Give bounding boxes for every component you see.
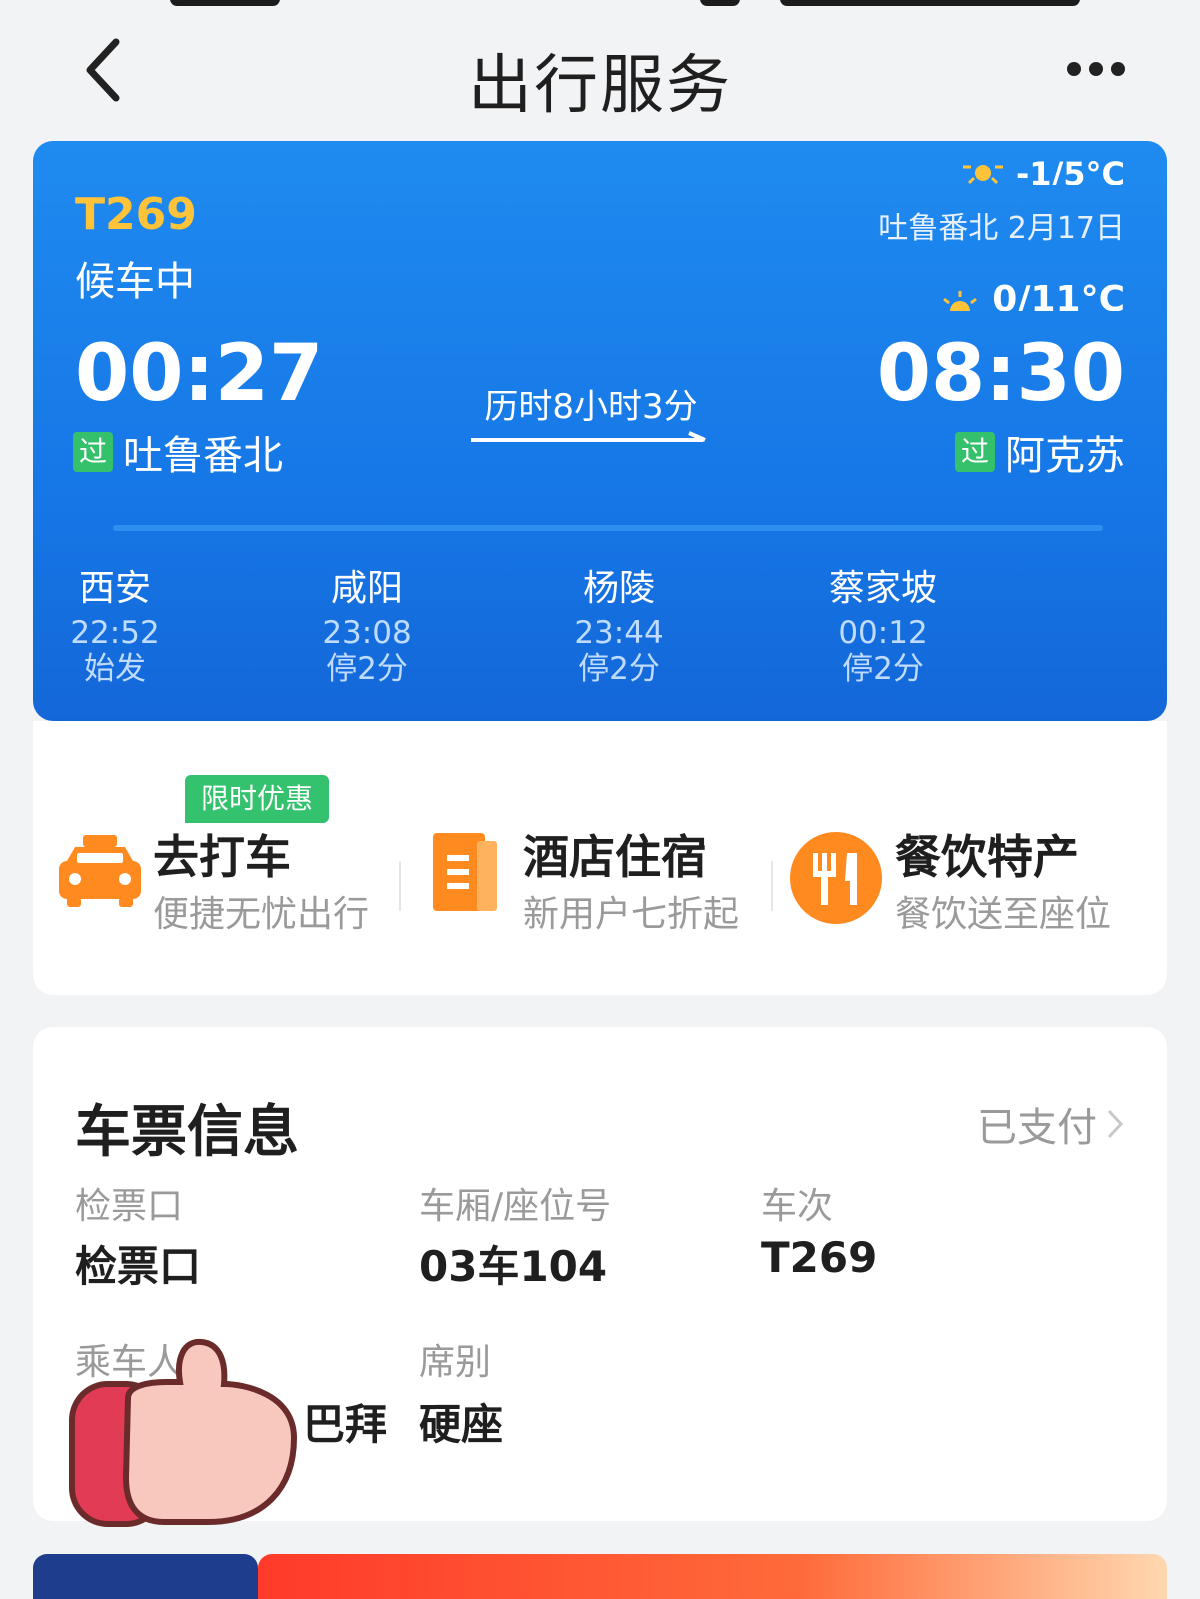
sunrise-icon bbox=[942, 291, 977, 311]
stop-name: 蔡家坡 bbox=[828, 568, 937, 609]
departure-temperature: -1/5°C bbox=[1016, 161, 1125, 185]
ticket-title: 车票信息 bbox=[75, 1100, 299, 1165]
class-label: 席别 bbox=[419, 1342, 492, 1383]
departure-station-name: 吐鲁番北 bbox=[123, 433, 283, 479]
stop-item: 西安 22:52 始发 bbox=[45, 559, 185, 687]
service-title: 去打车 bbox=[153, 830, 291, 884]
stop-item: 蔡家坡 00:12 停2分 bbox=[813, 559, 953, 687]
status-bar bbox=[0, 0, 1200, 14]
stops-track bbox=[113, 525, 1103, 531]
arrival-station-name: 阿克苏 bbox=[1005, 433, 1125, 479]
class-value: 硬座 bbox=[419, 1400, 504, 1449]
service-subtitle: 新用户七折起 bbox=[523, 894, 740, 935]
arrival-weather: 0/11°C bbox=[940, 279, 1125, 311]
chevron-right-icon bbox=[1107, 1109, 1124, 1139]
services-card: 限时优惠 去打车 便捷无忧出行 酒店住宿 新用户七折起 餐饮特产 餐饮送至座位 bbox=[33, 721, 1167, 995]
pass-badge: 过 bbox=[955, 432, 995, 472]
seat-value: 03车104 bbox=[419, 1242, 608, 1291]
stop-time: 22:52 bbox=[70, 615, 160, 651]
pass-badge: 过 bbox=[73, 432, 113, 472]
thumbs-up-sticker bbox=[69, 1338, 298, 1527]
payment-status[interactable]: 已支付 bbox=[977, 1095, 1125, 1153]
taxi-icon bbox=[59, 835, 141, 907]
arrival-station: 过 阿克苏 bbox=[955, 423, 1125, 481]
more-icon bbox=[1067, 62, 1125, 76]
trip-duration: 历时8小时3分 bbox=[484, 387, 698, 427]
page-title: 出行服务 bbox=[468, 49, 732, 123]
divider bbox=[399, 861, 401, 911]
stop-note: 停2分 bbox=[842, 651, 924, 687]
train-card[interactable]: T269 候车中 -1/5°C 吐鲁番北 2月17日 0/11°C 00:27 … bbox=[33, 141, 1167, 721]
service-subtitle: 便捷无忧出行 bbox=[153, 894, 370, 935]
departure-weather: -1/5°C bbox=[961, 161, 1125, 185]
hotel-icon bbox=[433, 833, 497, 911]
train-label: 车次 bbox=[761, 1186, 834, 1227]
more-button[interactable] bbox=[1060, 44, 1140, 94]
service-subtitle: 餐饮送至座位 bbox=[895, 894, 1112, 935]
service-title: 酒店住宿 bbox=[523, 830, 707, 884]
stop-item: 杨陵 23:44 停2分 bbox=[549, 559, 689, 687]
arrival-temperature: 0/11°C bbox=[992, 279, 1125, 311]
stop-name: 咸阳 bbox=[330, 568, 403, 609]
stop-time: 23:08 bbox=[322, 615, 412, 651]
stop-name: 西安 bbox=[78, 568, 151, 609]
nav-bar: 出行服务 bbox=[0, 14, 1200, 126]
stop-note: 始发 bbox=[84, 651, 146, 687]
stop-note: 停2分 bbox=[578, 651, 660, 687]
passenger-value: 巴拜 bbox=[303, 1400, 388, 1449]
promo-tag: 限时优惠 bbox=[185, 775, 330, 823]
dining-icon bbox=[790, 832, 882, 924]
departure-station: 过 吐鲁番北 bbox=[73, 423, 283, 481]
train-status: 候车中 bbox=[75, 259, 195, 305]
promo-banner-left[interactable] bbox=[33, 1554, 258, 1599]
divider bbox=[771, 861, 773, 911]
payment-status-label: 已支付 bbox=[977, 1105, 1097, 1151]
train-number: T269 bbox=[75, 189, 197, 240]
check-in-value: 检票口 bbox=[75, 1242, 202, 1291]
stop-name: 杨陵 bbox=[582, 568, 655, 609]
service-title: 餐饮特产 bbox=[895, 830, 1079, 884]
stop-time: 23:44 bbox=[574, 615, 664, 651]
sun-icon bbox=[962, 165, 1003, 185]
stop-note: 停2分 bbox=[326, 651, 408, 687]
train-value: T269 bbox=[761, 1233, 878, 1282]
stop-time: 00:12 bbox=[838, 615, 928, 651]
seat-label: 车厢/座位号 bbox=[419, 1186, 612, 1227]
station-date: 吐鲁番北 2月17日 bbox=[878, 211, 1125, 246]
departure-time: 00:27 bbox=[75, 329, 324, 419]
check-in-label: 检票口 bbox=[75, 1186, 184, 1227]
arrival-time: 08:30 bbox=[876, 329, 1125, 419]
arrow-right-icon bbox=[471, 431, 706, 442]
promo-banner-right[interactable] bbox=[258, 1554, 1167, 1599]
stop-item: 咸阳 23:08 停2分 bbox=[297, 559, 437, 687]
